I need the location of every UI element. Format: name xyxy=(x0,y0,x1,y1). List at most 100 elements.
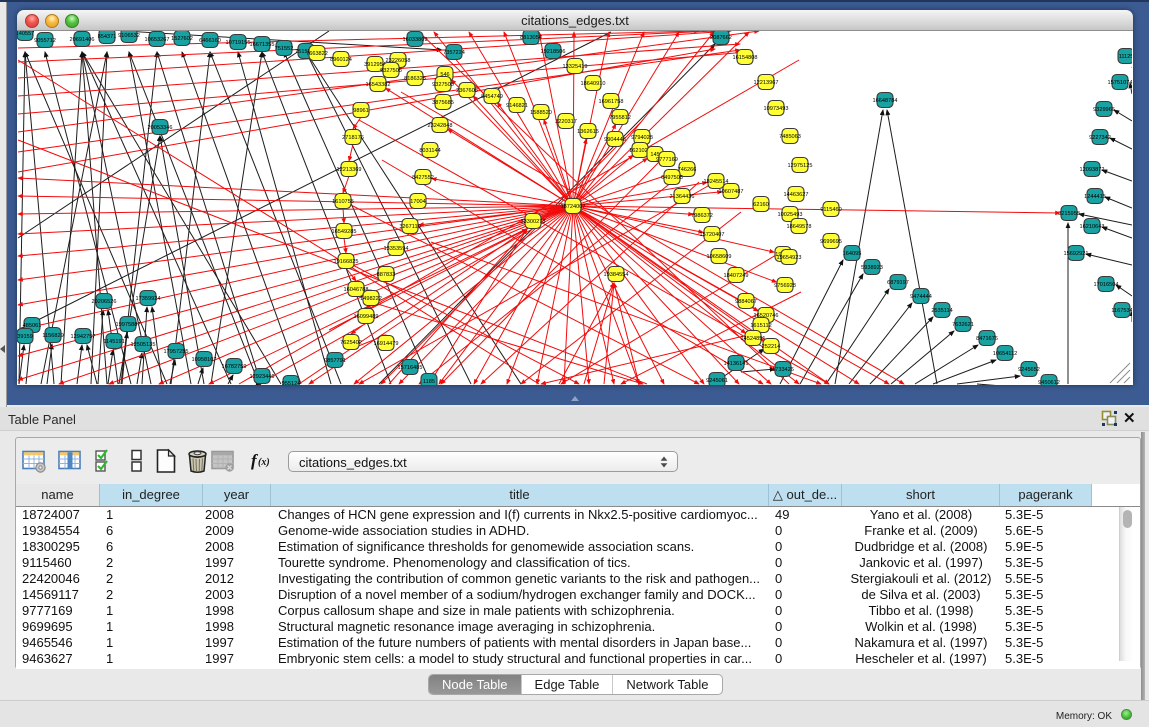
svg-text:16549285: 16549285 xyxy=(332,229,357,235)
svg-text:746266: 746266 xyxy=(678,167,697,173)
svg-text:39159: 39159 xyxy=(17,334,33,340)
svg-text:9146821: 9146821 xyxy=(506,103,528,109)
svg-text:15692921: 15692921 xyxy=(1064,251,1089,257)
svg-text:8427552: 8427552 xyxy=(412,175,434,181)
svg-text:3267110: 3267110 xyxy=(399,224,420,230)
svg-text:17016504: 17016504 xyxy=(1094,282,1119,288)
svg-text:9777169: 9777169 xyxy=(656,157,678,163)
svg-text:12093872: 12093872 xyxy=(1080,167,1105,173)
svg-text:9857791: 9857791 xyxy=(324,358,346,364)
svg-text:887833: 887833 xyxy=(377,272,396,278)
svg-text:7485063: 7485063 xyxy=(779,134,801,140)
svg-text:15716485: 15716485 xyxy=(398,365,423,371)
svg-text:7663822: 7663822 xyxy=(306,51,328,57)
svg-text:20691406: 20691406 xyxy=(70,37,95,43)
svg-text:2718176: 2718176 xyxy=(342,135,364,141)
svg-text:23242848: 23242848 xyxy=(428,123,453,129)
svg-text:252214: 252214 xyxy=(762,344,781,350)
svg-text:3215958: 3215958 xyxy=(1058,211,1080,217)
svg-text:20053346: 20053346 xyxy=(148,125,173,131)
svg-text:62160: 62160 xyxy=(753,202,769,208)
svg-text:16033809: 16033809 xyxy=(403,37,428,43)
svg-text:1145191: 1145191 xyxy=(103,339,124,345)
svg-text:1615112: 1615112 xyxy=(750,323,771,329)
svg-text:10719155: 10719155 xyxy=(226,40,251,46)
svg-text:3220317: 3220317 xyxy=(555,119,577,125)
svg-text:164095: 164095 xyxy=(843,251,862,257)
svg-text:18724007: 18724007 xyxy=(561,204,586,210)
svg-text:1610755: 1610755 xyxy=(332,199,354,205)
svg-text:12975125: 12975125 xyxy=(788,163,813,169)
svg-text:10607487: 10607487 xyxy=(719,189,744,195)
svg-text:16210643: 16210643 xyxy=(1080,224,1105,230)
svg-text:9699695: 9699695 xyxy=(820,239,842,245)
svg-text:7625402: 7625402 xyxy=(340,340,362,346)
svg-text:8471676: 8471676 xyxy=(976,336,998,342)
svg-text:1244415: 1244415 xyxy=(1084,194,1106,200)
svg-text:15720407: 15720407 xyxy=(700,232,725,238)
svg-text:(x): (x) xyxy=(258,457,270,468)
svg-text:11125: 11125 xyxy=(1119,54,1132,60)
svg-text:16961758: 16961758 xyxy=(599,99,624,105)
svg-text:1498222: 1498222 xyxy=(360,296,382,302)
svg-text:14136141: 14136141 xyxy=(724,361,749,367)
svg-text:1733426: 1733426 xyxy=(772,367,794,373)
svg-text:16782759: 16782759 xyxy=(222,364,247,370)
svg-text:9474444: 9474444 xyxy=(910,294,932,300)
svg-text:19218506: 19218506 xyxy=(541,49,566,55)
svg-text:12942757: 12942757 xyxy=(71,334,96,340)
svg-text:8960124: 8960124 xyxy=(330,57,352,63)
svg-text:6879197: 6879197 xyxy=(887,280,909,286)
svg-text:19166825: 19166825 xyxy=(334,259,359,265)
svg-text:854371: 854371 xyxy=(98,34,117,40)
svg-text:10658609: 10658609 xyxy=(707,254,732,260)
svg-text:9115460: 9115460 xyxy=(820,207,841,213)
svg-text:18407249: 18407249 xyxy=(724,273,749,279)
svg-text:9245652: 9245652 xyxy=(1018,367,1040,373)
svg-text:13353594: 13353594 xyxy=(384,246,409,252)
svg-text:12505135: 12505135 xyxy=(131,342,156,348)
svg-text:9245061: 9245061 xyxy=(706,378,728,384)
svg-text:1527602: 1527602 xyxy=(171,36,193,42)
svg-text:9106532: 9106532 xyxy=(118,33,140,39)
svg-text:1588520: 1588520 xyxy=(530,110,552,116)
svg-text:8186328: 8186328 xyxy=(404,76,426,82)
svg-text:8454749: 8454749 xyxy=(481,94,503,100)
svg-text:17957255: 17957255 xyxy=(164,349,189,355)
svg-text:19975887: 19975887 xyxy=(116,322,141,328)
svg-text:9327505: 9327505 xyxy=(432,82,454,88)
svg-text:9756928: 9756928 xyxy=(774,283,796,289)
svg-text:8031144: 8031144 xyxy=(419,148,440,154)
svg-text:16154808: 16154808 xyxy=(733,55,758,61)
svg-text:16543382: 16543382 xyxy=(366,82,391,88)
svg-text:19384554: 19384554 xyxy=(604,272,629,278)
svg-text:6466160: 6466160 xyxy=(199,38,221,44)
svg-text:10958107: 10958107 xyxy=(192,357,217,363)
svg-text:1167534: 1167534 xyxy=(1111,308,1132,314)
svg-text:17359924: 17359924 xyxy=(136,296,161,302)
svg-text:2367608: 2367608 xyxy=(456,88,478,94)
svg-text:18649578: 18649578 xyxy=(787,224,812,230)
svg-text:23300273: 23300273 xyxy=(521,219,546,225)
svg-text:12213369: 12213369 xyxy=(337,167,362,173)
svg-text:16648784: 16648784 xyxy=(873,98,898,104)
svg-text:1185: 1185 xyxy=(423,379,435,385)
svg-text:8813054: 8813054 xyxy=(520,35,542,41)
svg-text:9884067: 9884067 xyxy=(735,299,757,305)
svg-text:1362615: 1362615 xyxy=(577,129,599,135)
svg-text:955124: 955124 xyxy=(282,381,301,385)
svg-text:3875685: 3875685 xyxy=(432,100,454,106)
svg-text:12213967: 12213967 xyxy=(754,80,779,86)
svg-text:16099489: 16099489 xyxy=(354,314,379,320)
svg-text:9794028: 9794028 xyxy=(631,135,653,141)
svg-text:10025493: 10025493 xyxy=(778,212,803,218)
svg-text:9450612: 9450612 xyxy=(1038,380,1060,385)
svg-text:7955812: 7955812 xyxy=(609,115,631,121)
svg-text:6497508: 6497508 xyxy=(661,175,683,181)
svg-text:9904448: 9904448 xyxy=(604,137,626,143)
svg-text:7632621: 7632621 xyxy=(952,322,974,328)
svg-text:1156829: 1156829 xyxy=(42,333,63,339)
svg-text:16671355: 16671355 xyxy=(250,42,275,48)
svg-text:12923446: 12923446 xyxy=(250,374,275,380)
svg-text:16914479: 16914479 xyxy=(374,341,399,347)
